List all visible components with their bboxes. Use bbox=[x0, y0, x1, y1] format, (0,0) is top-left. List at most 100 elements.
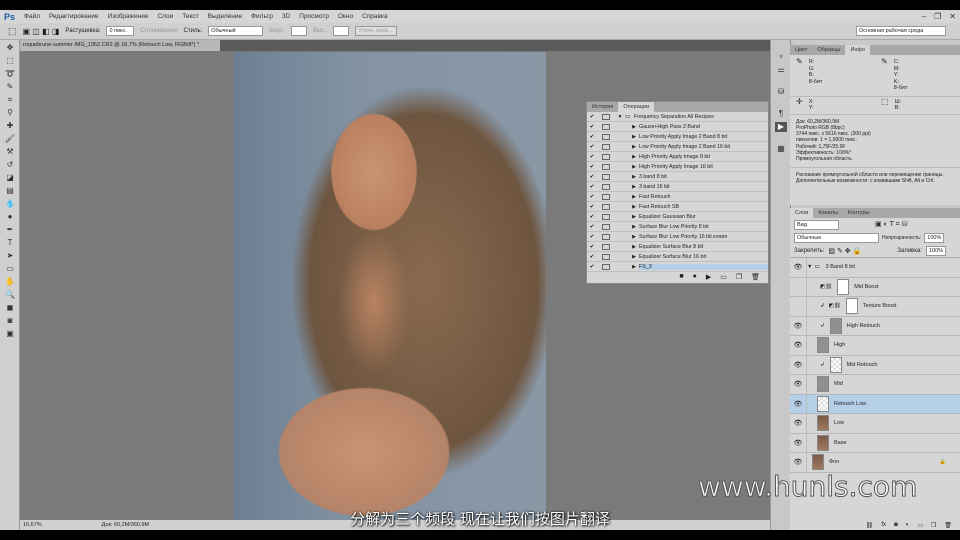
restore-button[interactable]: ❐ bbox=[934, 12, 941, 21]
collapse-triangle-icon[interactable]: ▶ bbox=[629, 144, 639, 150]
dialog-toggle-icon[interactable] bbox=[602, 153, 610, 160]
antialias-checkbox[interactable]: Сглаживание bbox=[140, 28, 177, 34]
action-item[interactable]: ✔ ▶ 3 band 16 bit bbox=[587, 182, 768, 192]
menu-image[interactable]: Изображение bbox=[108, 13, 149, 20]
tab-swatches[interactable]: Образцы bbox=[812, 45, 845, 55]
check-icon[interactable]: ✔ bbox=[587, 174, 597, 180]
menu-type[interactable]: Текст bbox=[182, 13, 198, 20]
action-item[interactable]: ✔ ▶ High Priority Apply Image 16 bit bbox=[587, 162, 768, 172]
new-action-icon[interactable]: ❐ bbox=[736, 273, 742, 281]
action-item[interactable]: ✔ ▶ Equalizer Surface Blur 16 bit bbox=[587, 252, 768, 262]
visibility-eye-icon[interactable]: 👁 bbox=[790, 419, 806, 427]
adjustments-icon[interactable]: ⚌ bbox=[775, 65, 787, 75]
check-icon[interactable]: ✔ bbox=[587, 264, 597, 270]
color-swatches[interactable]: ◼ bbox=[4, 303, 16, 313]
tab-layers[interactable]: Слои bbox=[790, 208, 814, 218]
document-tab[interactable]: roquebrune-summer IMG_1952.CR2 @ 16,7% (… bbox=[20, 40, 220, 51]
action-item[interactable]: ✔ ▶ Low Priority Apply Image 2 Band 16 bit bbox=[587, 142, 768, 152]
dialog-toggle-icon[interactable] bbox=[602, 143, 610, 150]
collapse-triangle-icon[interactable]: ▶ bbox=[629, 264, 639, 270]
collapse-triangle-icon[interactable]: ▶ bbox=[629, 204, 639, 210]
workspace-select[interactable]: Основная рабочая среда bbox=[856, 26, 946, 36]
check-icon[interactable]: ✔ bbox=[587, 144, 597, 150]
layer-row[interactable]: 👁 ↲ High Retouch bbox=[790, 316, 960, 336]
collapse-triangle-icon[interactable]: ▶ bbox=[629, 164, 639, 170]
collapse-triangle-icon[interactable]: ▶ bbox=[629, 254, 639, 260]
healing-tool-icon[interactable]: ✚ bbox=[4, 121, 16, 131]
eyedropper-tool-icon[interactable]: ⚲ bbox=[4, 108, 16, 118]
clone-source-icon[interactable]: ⛁ bbox=[775, 87, 787, 97]
collapse-triangle-icon[interactable]: ▶ bbox=[629, 234, 639, 240]
stop-icon[interactable]: ■ bbox=[679, 273, 683, 281]
dialog-toggle-icon[interactable] bbox=[602, 133, 610, 140]
quick-select-tool-icon[interactable]: ✎ bbox=[4, 82, 16, 92]
tab-color[interactable]: Цвет bbox=[790, 45, 812, 55]
layer-row[interactable]: 👁 ▼ ▭ 3 Band 8 bit bbox=[790, 258, 960, 278]
check-icon[interactable]: ✔ bbox=[587, 134, 597, 140]
visibility-eye-icon[interactable]: 👁 bbox=[790, 400, 806, 408]
marquee-tool-icon[interactable]: ⬚ bbox=[4, 56, 16, 66]
collapse-triangle-icon[interactable]: ▶ bbox=[629, 154, 639, 160]
collapse-triangle-icon[interactable]: ▶ bbox=[629, 194, 639, 200]
tab-paths[interactable]: Контуры bbox=[843, 208, 875, 218]
dialog-toggle-icon[interactable] bbox=[602, 243, 610, 250]
layer-comps-icon[interactable]: ▦ bbox=[775, 144, 787, 154]
collapse-triangle-icon[interactable]: ▶ bbox=[629, 224, 639, 230]
move-tool-icon[interactable]: ✥ bbox=[4, 43, 16, 53]
eraser-tool-icon[interactable]: ◪ bbox=[4, 173, 16, 183]
dialog-toggle-icon[interactable] bbox=[602, 203, 610, 210]
visibility-eye-icon[interactable]: 👁 bbox=[790, 439, 806, 447]
check-icon[interactable]: ✔ bbox=[587, 114, 597, 120]
dialog-toggle-icon[interactable] bbox=[602, 173, 610, 180]
check-icon[interactable]: ✔ bbox=[587, 164, 597, 170]
menu-select[interactable]: Выделение bbox=[208, 13, 242, 20]
action-item[interactable]: ✔ ▶ Equalizer Surface Blur 8 bit bbox=[587, 242, 768, 252]
layer-row[interactable]: 👁 High bbox=[790, 336, 960, 356]
check-icon[interactable]: ✔ bbox=[587, 204, 597, 210]
action-item[interactable]: ✔ ▶ Surface Blur Low Priority 8 bit bbox=[587, 222, 768, 232]
pen-tool-icon[interactable]: ✒ bbox=[4, 225, 16, 235]
dialog-toggle-icon[interactable] bbox=[602, 123, 610, 130]
visibility-eye-icon[interactable]: 👁 bbox=[790, 322, 806, 330]
quick-mask-icon[interactable]: ◙ bbox=[4, 316, 16, 326]
dialog-toggle-icon[interactable] bbox=[602, 253, 610, 260]
check-icon[interactable]: ✔ bbox=[587, 184, 597, 190]
check-icon[interactable]: ✔ bbox=[587, 214, 597, 220]
menu-view[interactable]: Просмотр bbox=[299, 13, 329, 20]
shape-tool-icon[interactable]: ▭ bbox=[4, 264, 16, 274]
hand-tool-icon[interactable]: ✋ bbox=[4, 277, 16, 287]
crop-tool-icon[interactable]: ⌗ bbox=[4, 95, 16, 105]
tab-info[interactable]: Инфо bbox=[845, 45, 871, 55]
layer-filter-select[interactable]: Вид bbox=[794, 219, 839, 230]
layer-row[interactable]: 👁 Mid bbox=[790, 375, 960, 395]
selection-mode-icons[interactable]: ▣ ◫ ◧ ◨ bbox=[23, 27, 60, 36]
brush-tool-icon[interactable]: 🖌 bbox=[4, 134, 16, 144]
refine-edge-button[interactable]: Уточн. край... bbox=[355, 26, 398, 36]
marquee-tool-icon[interactable]: ⬚ bbox=[8, 26, 17, 37]
visibility-eye-icon[interactable]: 👁 bbox=[790, 458, 806, 466]
height-input[interactable] bbox=[333, 26, 350, 36]
history-brush-icon[interactable]: ↺ bbox=[4, 160, 16, 170]
lasso-tool-icon[interactable]: ➰ bbox=[4, 69, 16, 79]
menu-window[interactable]: Окно bbox=[338, 13, 353, 20]
action-item[interactable]: ✔ ▶ FS_3 bbox=[587, 262, 768, 272]
collapse-triangle-icon[interactable]: ▶ bbox=[629, 174, 639, 180]
menu-3d[interactable]: 3D bbox=[282, 13, 290, 20]
menu-help[interactable]: Справка bbox=[362, 13, 388, 20]
gradient-tool-icon[interactable]: ▤ bbox=[4, 186, 16, 196]
visibility-eye-icon[interactable]: 👁 bbox=[790, 341, 806, 349]
layer-row[interactable]: 👁 Retouch Low bbox=[790, 394, 960, 414]
action-item[interactable]: ✔ ▶ Fast Retouch bbox=[587, 192, 768, 202]
action-item[interactable]: ✔ ▶ High Priority Apply Image 8 bit bbox=[587, 152, 768, 162]
dialog-toggle-icon[interactable] bbox=[602, 213, 610, 220]
character-icon[interactable]: ¶ bbox=[775, 109, 787, 119]
tab-history[interactable]: История bbox=[587, 102, 618, 112]
portrait-photo[interactable] bbox=[234, 52, 546, 520]
visibility-eye-icon[interactable]: 👁 bbox=[790, 380, 806, 388]
close-button[interactable]: ✕ bbox=[949, 12, 956, 21]
check-icon[interactable]: ✔ bbox=[587, 244, 597, 250]
new-set-icon[interactable]: ▭ bbox=[720, 273, 727, 281]
path-select-icon[interactable]: ➤ bbox=[4, 251, 16, 261]
menu-filter[interactable]: Фильтр bbox=[251, 13, 273, 20]
lock-icons[interactable]: ▨ ✎ ✥ 🔒 bbox=[828, 247, 861, 255]
